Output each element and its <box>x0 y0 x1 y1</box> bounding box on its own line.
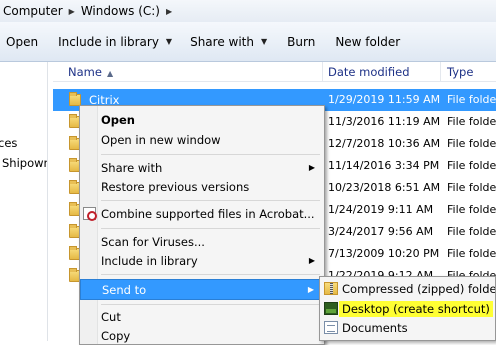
desktop-icon <box>324 302 338 315</box>
menu-item-share-with[interactable]: Share with ▶ <box>80 158 324 178</box>
file-type: File folder <box>447 181 496 194</box>
menu-item-send-to[interactable]: Send to ▶ <box>80 279 324 300</box>
submenu-arrow-icon: ▶ <box>307 285 314 294</box>
acrobat-icon <box>83 207 97 221</box>
file-date: 10/23/2018 6:51 AM <box>328 181 441 194</box>
menu-item-label: Cut <box>101 310 121 324</box>
open-button[interactable]: Open <box>2 35 42 49</box>
menu-separator <box>101 304 320 305</box>
menu-item-combine-acrobat[interactable]: Combine supported files in Acrobat... <box>80 204 324 224</box>
send-to-submenu: Compressed (zipped) folder Desktop (crea… <box>319 276 496 341</box>
share-with-label: Share with <box>190 34 254 49</box>
breadcrumb-computer[interactable]: Computer <box>3 4 63 18</box>
new-folder-button[interactable]: New folder <box>331 35 404 49</box>
menu-item-open-new-window[interactable]: Open in new window <box>80 130 324 150</box>
chevron-down-icon: ▼ <box>260 37 268 46</box>
menu-item-open[interactable]: Open <box>80 110 324 130</box>
file-date: 11/3/2016 11:19 AM <box>328 115 441 128</box>
menu-item-include-in-library[interactable]: Include in library ▶ <box>80 251 324 271</box>
menu-separator <box>101 200 320 201</box>
zip-folder-icon <box>324 282 338 295</box>
menu-item-restore-previous[interactable]: Restore previous versions <box>80 177 324 197</box>
menu-separator <box>101 228 320 229</box>
menu-item-label: Open in new window <box>101 133 221 147</box>
file-type: File folder <box>447 247 496 260</box>
column-date-label: Date modified <box>328 65 410 79</box>
include-in-library-button[interactable]: Include in library ▼ <box>54 35 176 49</box>
include-in-library-label: Include in library <box>58 34 159 49</box>
breadcrumb-arrow-icon[interactable]: ▶ <box>166 7 172 16</box>
documents-icon <box>324 321 338 334</box>
file-date: 3/24/2017 9:56 AM <box>328 225 434 238</box>
menu-item-label: Share with <box>101 161 163 175</box>
breadcrumb-windows-c[interactable]: Windows (C:) <box>81 4 160 18</box>
submenu-item-compressed[interactable]: Compressed (zipped) folder <box>320 279 496 299</box>
burn-button[interactable]: Burn <box>283 35 319 49</box>
file-date: 1/24/2019 9:11 AM <box>328 203 434 216</box>
column-date-modified[interactable]: Date modified <box>323 62 441 82</box>
file-type: File folder <box>447 203 496 216</box>
file-type: File folder <box>447 159 496 172</box>
new-folder-label: New folder <box>335 34 401 49</box>
file-type: File folder <box>447 225 496 238</box>
submenu-item-label: Compressed (zipped) folder <box>342 282 496 296</box>
context-menu: Open Open in new window Share with ▶ Res… <box>79 105 325 345</box>
column-name-label: Name <box>68 65 102 79</box>
navigation-pane[interactable]: ces Shipown <box>0 62 48 341</box>
file-type: File folder <box>447 115 496 128</box>
submenu-item-desktop[interactable]: Desktop (create shortcut) <box>320 299 495 319</box>
burn-label: Burn <box>287 34 316 49</box>
menu-item-label: Open <box>101 113 135 127</box>
file-date: 1/29/2019 11:59 AM <box>328 93 441 106</box>
menu-separator <box>101 154 320 155</box>
submenu-item-documents[interactable]: Documents <box>320 318 495 338</box>
breadcrumb-arrow-icon[interactable]: ▶ <box>69 7 75 16</box>
address-bar[interactable]: Computer ▶ Windows (C:) ▶ <box>0 0 496 22</box>
open-button-label: Open <box>6 34 39 49</box>
menu-item-label: Include in library <box>101 254 198 268</box>
sort-ascending-icon: ▲ <box>106 69 114 78</box>
file-date: 11/14/2016 3:34 PM <box>328 159 440 172</box>
menu-item-label: Scan for Viruses... <box>101 235 205 249</box>
column-type-label: Type <box>447 65 474 79</box>
share-with-button[interactable]: Share with ▼ <box>186 35 271 49</box>
file-type: File folder <box>447 137 496 150</box>
column-header: Name ▲ Date modified Type <box>53 62 496 82</box>
menu-item-label: Copy <box>101 329 131 343</box>
submenu-item-label: Desktop (create shortcut) <box>342 302 490 316</box>
nav-item-1[interactable]: ces <box>0 136 17 150</box>
command-bar: Open Include in library ▼ Share with ▼ B… <box>0 22 496 62</box>
file-date: 12/7/2018 10:36 AM <box>328 137 441 150</box>
menu-item-scan-viruses[interactable]: Scan for Viruses... <box>80 232 324 252</box>
menu-item-copy[interactable]: Copy <box>80 326 324 344</box>
submenu-arrow-icon: ▶ <box>308 163 315 172</box>
file-date: 7/13/2009 10:20 PM <box>328 247 440 260</box>
menu-item-label: Send to <box>102 283 147 297</box>
column-type[interactable]: Type <box>441 62 496 82</box>
menu-separator <box>101 274 320 275</box>
menu-item-label: Restore previous versions <box>101 180 250 194</box>
column-name[interactable]: Name ▲ <box>53 62 323 82</box>
menu-item-cut[interactable]: Cut <box>80 307 324 327</box>
file-type: File folder <box>447 93 496 106</box>
submenu-arrow-icon: ▶ <box>308 256 315 265</box>
nav-item-2[interactable]: Shipown <box>2 156 47 170</box>
chevron-down-icon: ▼ <box>165 37 173 46</box>
menu-item-label: Combine supported files in Acrobat... <box>101 207 315 221</box>
submenu-item-label: Documents <box>342 321 408 335</box>
